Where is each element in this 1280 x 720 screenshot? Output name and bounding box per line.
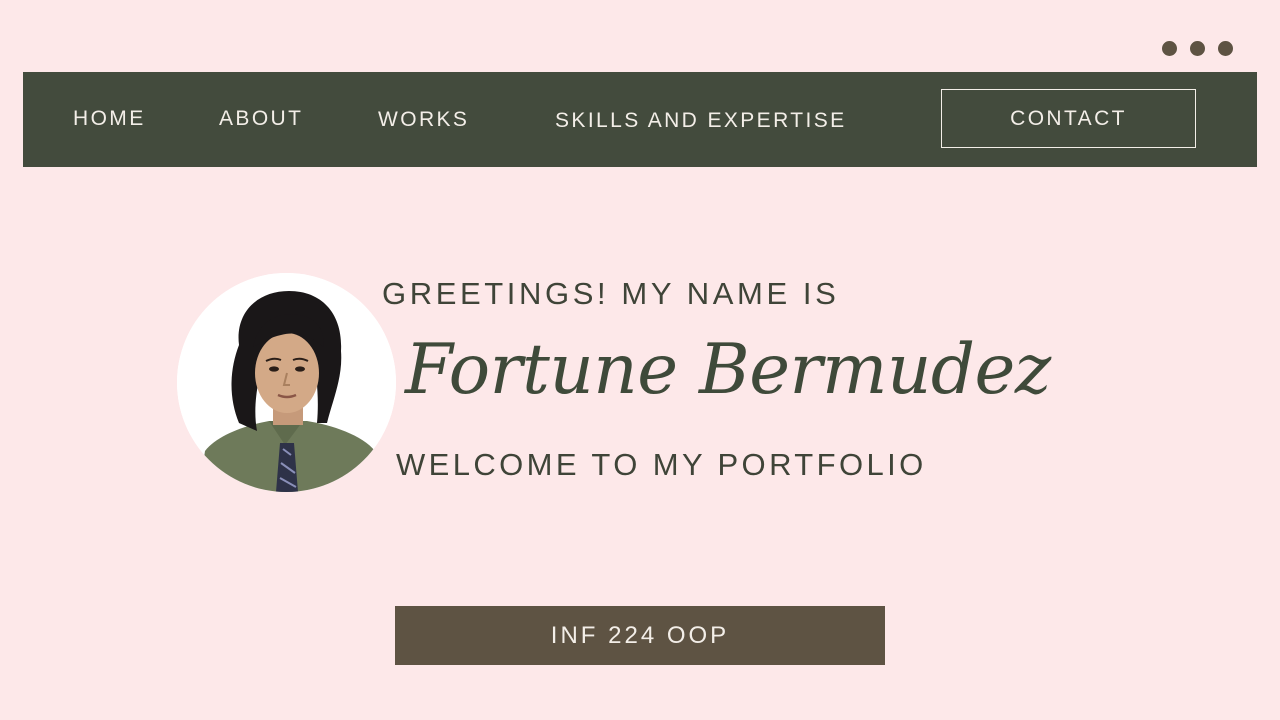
nav-about[interactable]: ABOUT	[219, 108, 303, 129]
dot-3	[1218, 41, 1233, 56]
profile-portrait	[177, 273, 396, 492]
navigation-bar: HOME ABOUT WORKS SKILLS AND EXPERTISE CO…	[23, 72, 1257, 167]
welcome-text: WELCOME TO MY PORTFOLIO	[396, 447, 927, 482]
nav-skills-and-expertise[interactable]: SKILLS AND EXPERTISE	[555, 110, 847, 131]
dot-2	[1190, 41, 1205, 56]
nav-works[interactable]: WORKS	[378, 109, 469, 130]
contact-button[interactable]: CONTACT	[941, 89, 1196, 148]
owner-name: Fortune Bermudez	[405, 330, 1051, 410]
greeting-text: GREETINGS! MY NAME IS	[382, 276, 840, 311]
more-dots-icon[interactable]	[1162, 41, 1233, 56]
course-button[interactable]: INF 224 OOP	[395, 606, 885, 665]
nav-home[interactable]: HOME	[73, 108, 146, 129]
profile-photo	[177, 273, 396, 492]
dot-1	[1162, 41, 1177, 56]
